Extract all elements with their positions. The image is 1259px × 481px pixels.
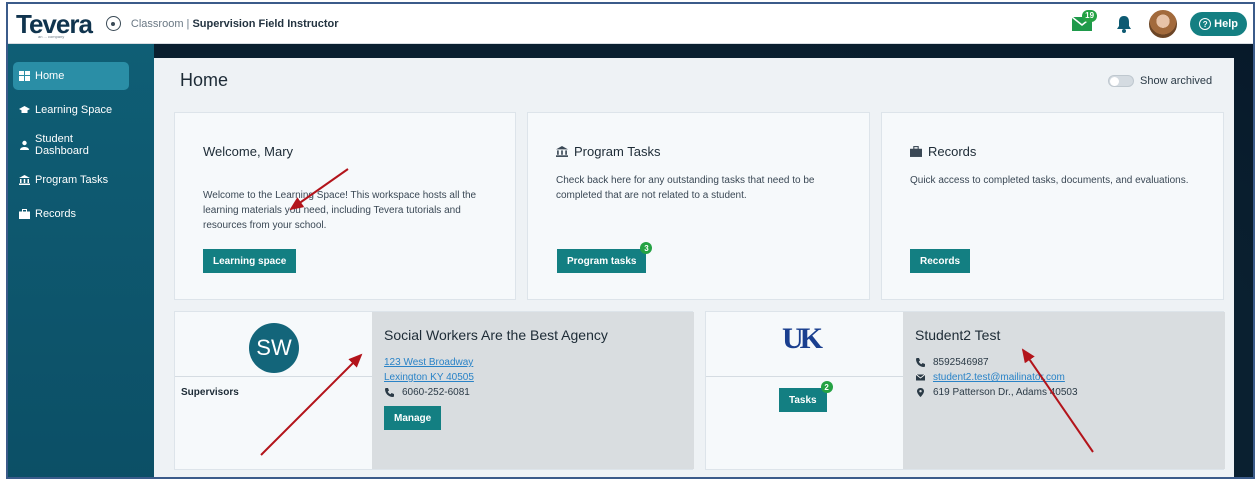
agency-phone: 6060-252-6081 — [385, 387, 470, 398]
agency-details: Social Workers Are the Best Agency 123 W… — [372, 312, 694, 469]
student-card: UK Tasks 2 Student2 Test 8592546987 stud… — [705, 311, 1225, 470]
help-button[interactable]: ? Help — [1190, 12, 1247, 36]
mail-icon — [916, 374, 925, 381]
agency-name: Social Workers Are the Best Agency — [384, 327, 608, 343]
divider — [706, 376, 903, 377]
nav-toggle-icon[interactable] — [105, 16, 121, 31]
avatar[interactable] — [1148, 9, 1179, 39]
divider — [175, 376, 372, 377]
show-archived-toggle[interactable]: Show archived — [1108, 75, 1212, 87]
sidebar-item-records[interactable]: Records — [13, 200, 129, 228]
briefcase-icon — [19, 209, 30, 219]
sidebar-item-learning-space[interactable]: Learning Space — [13, 96, 129, 124]
welcome-card: Welcome, Mary Welcome to the Learning Sp… — [174, 112, 516, 300]
program-tasks-text: Check back here for any outstanding task… — [556, 175, 815, 201]
tasks-button[interactable]: Tasks 2 — [779, 381, 833, 412]
phone-icon — [916, 358, 925, 367]
agency-card: SW Supervisors Social Workers Are the Be… — [174, 311, 694, 470]
institution-icon — [556, 146, 568, 157]
agency-address-line2[interactable]: Lexington KY 40505 — [384, 372, 474, 383]
program-tasks-badge: 3 — [640, 242, 653, 254]
breadcrumb: Classroom | Supervision Field Instructor — [130, 17, 339, 30]
tevera-logo[interactable]: Tevera an ... company — [16, 11, 93, 39]
program-tasks-card: Program Tasks Check back here for any ou… — [527, 112, 870, 300]
users-icon — [20, 140, 29, 150]
messages-badge: 19 — [1082, 10, 1098, 22]
institution-icon — [19, 175, 30, 185]
student-address: 619 Patterson Dr., Adams 40503 — [916, 387, 1078, 398]
supervisors-label: Supervisors — [181, 387, 239, 398]
graduation-cap-icon — [19, 106, 30, 113]
sidebar-item-home[interactable]: Home — [13, 62, 129, 90]
toggle-switch[interactable] — [1108, 75, 1134, 87]
records-card: Records Quick access to completed tasks,… — [881, 112, 1224, 300]
program-tasks-title: Program Tasks — [556, 144, 660, 159]
page-title: Home — [180, 70, 229, 90]
records-text: Quick access to completed tasks, documen… — [910, 175, 1189, 186]
map-pin-icon — [917, 388, 924, 397]
student-details: Student2 Test 8592546987 student2.test@m… — [903, 312, 1225, 469]
tasks-badge: 2 — [820, 381, 833, 393]
bell-icon[interactable] — [1116, 15, 1132, 33]
welcome-text: Welcome to the Learning Space! This work… — [203, 190, 477, 231]
sidebar: Home Learning Space Student Dashboard Pr… — [8, 44, 154, 477]
records-button[interactable]: Records — [910, 249, 971, 273]
university-logo: UK — [782, 322, 823, 355]
program-tasks-button[interactable]: Program tasks 3 — [557, 242, 653, 273]
manage-button[interactable]: Manage — [384, 406, 442, 430]
records-title: Records — [910, 144, 976, 159]
welcome-title: Welcome, Mary — [203, 144, 294, 159]
agency-address-line1[interactable]: 123 West Broadway — [384, 357, 473, 368]
sidebar-item-program-tasks[interactable]: Program Tasks — [13, 166, 129, 194]
grid-icon — [19, 71, 30, 81]
messages-button[interactable]: 19 — [1072, 10, 1098, 31]
help-icon: ? — [1199, 18, 1212, 30]
briefcase-icon — [910, 146, 922, 157]
learning-space-button[interactable]: Learning space — [203, 249, 297, 273]
student-name: Student2 Test — [915, 327, 1001, 343]
student-phone: 8592546987 — [916, 357, 989, 368]
top-bar: Tevera an ... company Classroom | Supervi… — [8, 4, 1253, 44]
phone-icon — [385, 388, 394, 397]
student-email[interactable]: student2.test@mailinator.com — [916, 372, 1065, 383]
agency-logo: SW — [249, 323, 299, 373]
sidebar-item-student-dashboard[interactable]: Student Dashboard — [13, 131, 129, 159]
